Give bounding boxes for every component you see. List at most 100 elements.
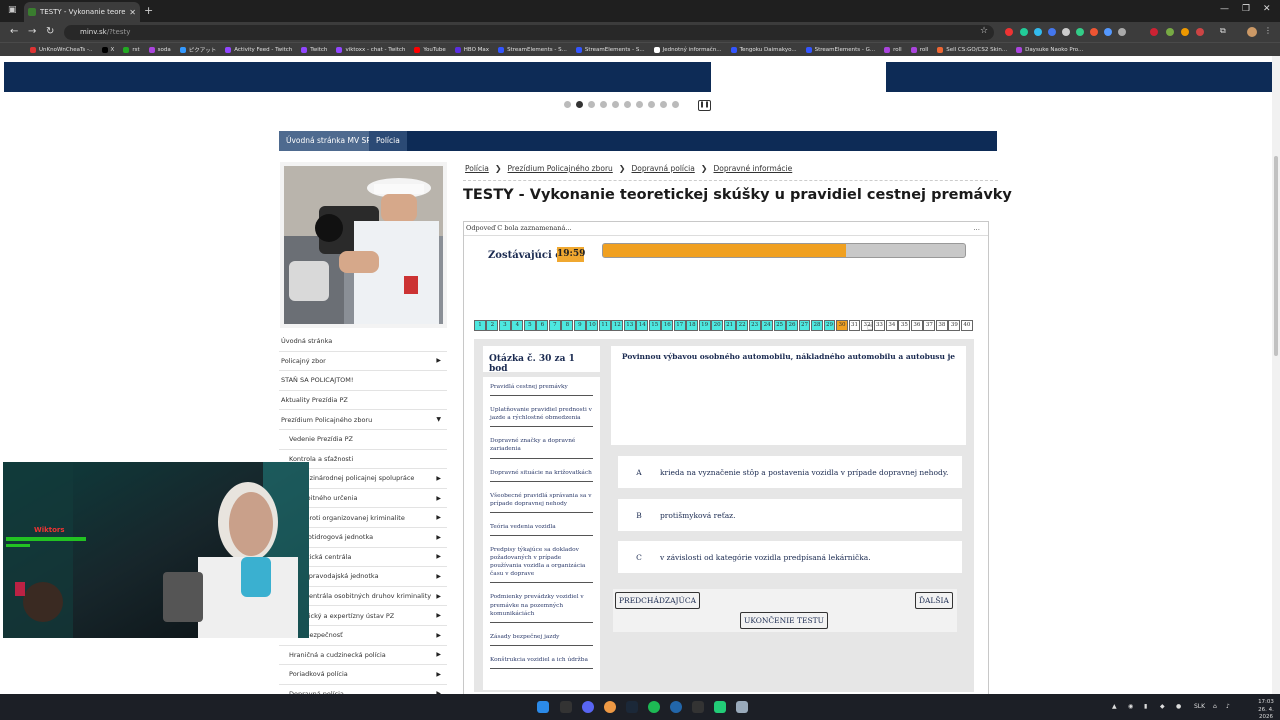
carousel-dot[interactable] — [648, 101, 655, 108]
nav-policia[interactable]: Polícia — [369, 131, 407, 151]
side-menu-item[interactable]: Policajný zbor ▶ — [279, 352, 447, 372]
bookmark-star-icon[interactable]: ☆ — [980, 26, 988, 36]
question-number-button[interactable]: 38 — [935, 320, 948, 331]
breadcrumb-item[interactable]: Polícia — [465, 164, 489, 173]
start-icon[interactable] — [537, 701, 549, 713]
question-number-button[interactable]: 30 — [836, 320, 848, 331]
carousel-dot[interactable] — [624, 101, 631, 108]
app-icon[interactable] — [670, 701, 682, 713]
side-menu-item[interactable]: Prezídium Policajného zboru ▼ — [279, 410, 447, 430]
chrome-icon[interactable] — [604, 701, 616, 713]
category-link[interactable]: Pravidlá cestnej premávky — [490, 379, 593, 397]
question-number-button[interactable]: 4 — [511, 320, 524, 331]
answer-option-b[interactable]: B protišmyková reťaz. — [618, 499, 962, 531]
breadcrumb-item[interactable]: Prezídium Policajného zboru — [508, 164, 613, 173]
question-number-button[interactable]: 33 — [873, 320, 886, 331]
bookmark-item[interactable]: HBO Max — [454, 46, 489, 53]
spotify-icon[interactable] — [648, 701, 660, 713]
category-link[interactable]: Dopravné situácie na križovatkách — [490, 465, 593, 482]
previous-button[interactable]: PREDCHÁDZAJÚCA — [615, 592, 700, 609]
extension-icon[interactable] — [1104, 28, 1112, 36]
question-number-button[interactable]: 19 — [698, 320, 711, 331]
category-link[interactable]: Dopravné značky a dopravné zariadenia — [490, 433, 593, 459]
next-button[interactable]: ĎALŠIA — [915, 592, 953, 609]
extension-icon[interactable] — [1196, 28, 1204, 36]
minimize-icon[interactable]: — — [1220, 4, 1229, 14]
category-link[interactable]: Predpisy týkajúce sa dokladov požadovaný… — [490, 542, 593, 584]
app-icon[interactable] — [714, 701, 726, 713]
question-number-button[interactable]: 11 — [598, 320, 611, 331]
end-test-button[interactable]: UKONČENIE TESTU — [740, 612, 828, 629]
new-tab-icon[interactable]: + — [144, 4, 153, 17]
extension-icon[interactable] — [1076, 28, 1084, 36]
extension-icon[interactable] — [1090, 28, 1098, 36]
question-number-button[interactable]: 14 — [636, 320, 649, 331]
bookmark-item[interactable]: Daysuke Naoko Pro... — [1016, 46, 1083, 53]
side-menu-item[interactable]: STAŇ SA POLICAJTOM! — [279, 371, 447, 391]
bookmark-item[interactable]: roll — [910, 46, 928, 53]
carousel-dot[interactable] — [672, 101, 679, 108]
side-menu-item[interactable]: Úvodná stránka — [279, 332, 447, 352]
question-number-button[interactable]: 37 — [923, 320, 936, 331]
bookmark-item[interactable]: roll — [884, 46, 902, 53]
bookmark-item[interactable]: StreamElements - G... — [805, 46, 875, 53]
question-number-button[interactable]: 5 — [523, 320, 536, 331]
extension-icon[interactable] — [1150, 28, 1158, 36]
bookmark-item[interactable]: soda — [148, 46, 171, 53]
question-number-button[interactable]: 9 — [573, 320, 586, 331]
extension-icon[interactable] — [1020, 28, 1028, 36]
category-link[interactable]: Zásady bezpečnej jazdy — [490, 629, 593, 646]
browser-tab-active[interactable]: TESTY - Vykonanie teoretickej... ✕ — [24, 2, 140, 22]
carousel-dot-active[interactable] — [576, 101, 583, 108]
question-number-button[interactable]: 17 — [673, 320, 686, 331]
tray-icon[interactable]: ▮ — [1144, 703, 1147, 710]
bookmark-item[interactable]: ピクアット — [179, 46, 216, 54]
answer-option-a[interactable]: A krieda na vyznačenie stôp a postavenia… — [618, 456, 962, 488]
extension-icon[interactable] — [1166, 28, 1174, 36]
question-number-button[interactable]: 36 — [910, 320, 923, 331]
carousel-pause-icon[interactable]: ❚❚ — [698, 100, 711, 111]
question-number-button[interactable]: 16 — [661, 320, 674, 331]
bookmark-item[interactable]: viktoxx - chat - Twitch — [336, 46, 405, 53]
page-scrollbar[interactable] — [1272, 56, 1280, 694]
question-number-button[interactable]: 1 — [474, 320, 486, 331]
side-menu-item[interactable]: Dopravná polícia ▶ — [279, 685, 447, 694]
extension-icon[interactable] — [1048, 28, 1056, 36]
forward-icon[interactable]: → — [28, 26, 36, 37]
carousel-dot[interactable] — [588, 101, 595, 108]
reload-icon[interactable]: ↻ — [46, 26, 54, 37]
extension-icon[interactable] — [1181, 28, 1189, 36]
tab-close-icon[interactable]: ✕ — [129, 8, 136, 17]
bookmark-item[interactable]: Jednotný informačn... — [653, 46, 722, 53]
breadcrumb-item[interactable]: Dopravné informácie — [714, 164, 793, 173]
scrollbar-thumb[interactable] — [1274, 156, 1278, 356]
answer-option-c[interactable]: C v závislosti od kategórie vozidla pred… — [618, 541, 962, 573]
side-menu-item[interactable]: Aktuality Prezídia PZ — [279, 391, 447, 411]
bookmark-item[interactable]: StreamElements - S... — [498, 46, 567, 53]
close-window-icon[interactable]: ✕ — [1263, 4, 1271, 14]
steam-icon[interactable] — [626, 701, 638, 713]
profile-avatar[interactable] — [1247, 27, 1257, 37]
question-number-button[interactable]: 29 — [823, 320, 836, 331]
question-number-button[interactable]: 28 — [811, 320, 823, 331]
app-icon[interactable] — [692, 701, 704, 713]
side-menu-item[interactable]: Hraničná a cudzinecká polícia ▶ — [279, 646, 447, 666]
question-number-button[interactable]: 25 — [773, 320, 786, 331]
side-menu-item[interactable]: Poriadková polícia ▶ — [279, 665, 447, 685]
question-number-button[interactable]: 20 — [711, 320, 724, 331]
question-number-button[interactable]: 7 — [548, 320, 561, 331]
extension-icon[interactable] — [1118, 28, 1126, 36]
tray-icon[interactable]: ● — [1176, 703, 1181, 710]
carousel-dot[interactable] — [564, 101, 571, 108]
bookmark-item[interactable]: rst — [123, 46, 140, 53]
carousel-dot[interactable] — [636, 101, 643, 108]
bookmark-item[interactable]: Activity Feed - Twitch — [225, 46, 292, 53]
maximize-icon[interactable]: ❐ — [1242, 4, 1250, 14]
question-number-button[interactable]: 6 — [536, 320, 549, 331]
question-number-button[interactable]: 15 — [648, 320, 661, 331]
bookmark-item[interactable]: YouTube — [414, 46, 446, 53]
question-number-button[interactable]: 24 — [761, 320, 774, 331]
category-link[interactable]: Uplatňovanie pravidiel prednosti v jazde… — [490, 402, 593, 428]
question-number-button[interactable]: 8 — [561, 320, 574, 331]
bookmark-item[interactable]: StreamElements - S... — [575, 46, 645, 53]
